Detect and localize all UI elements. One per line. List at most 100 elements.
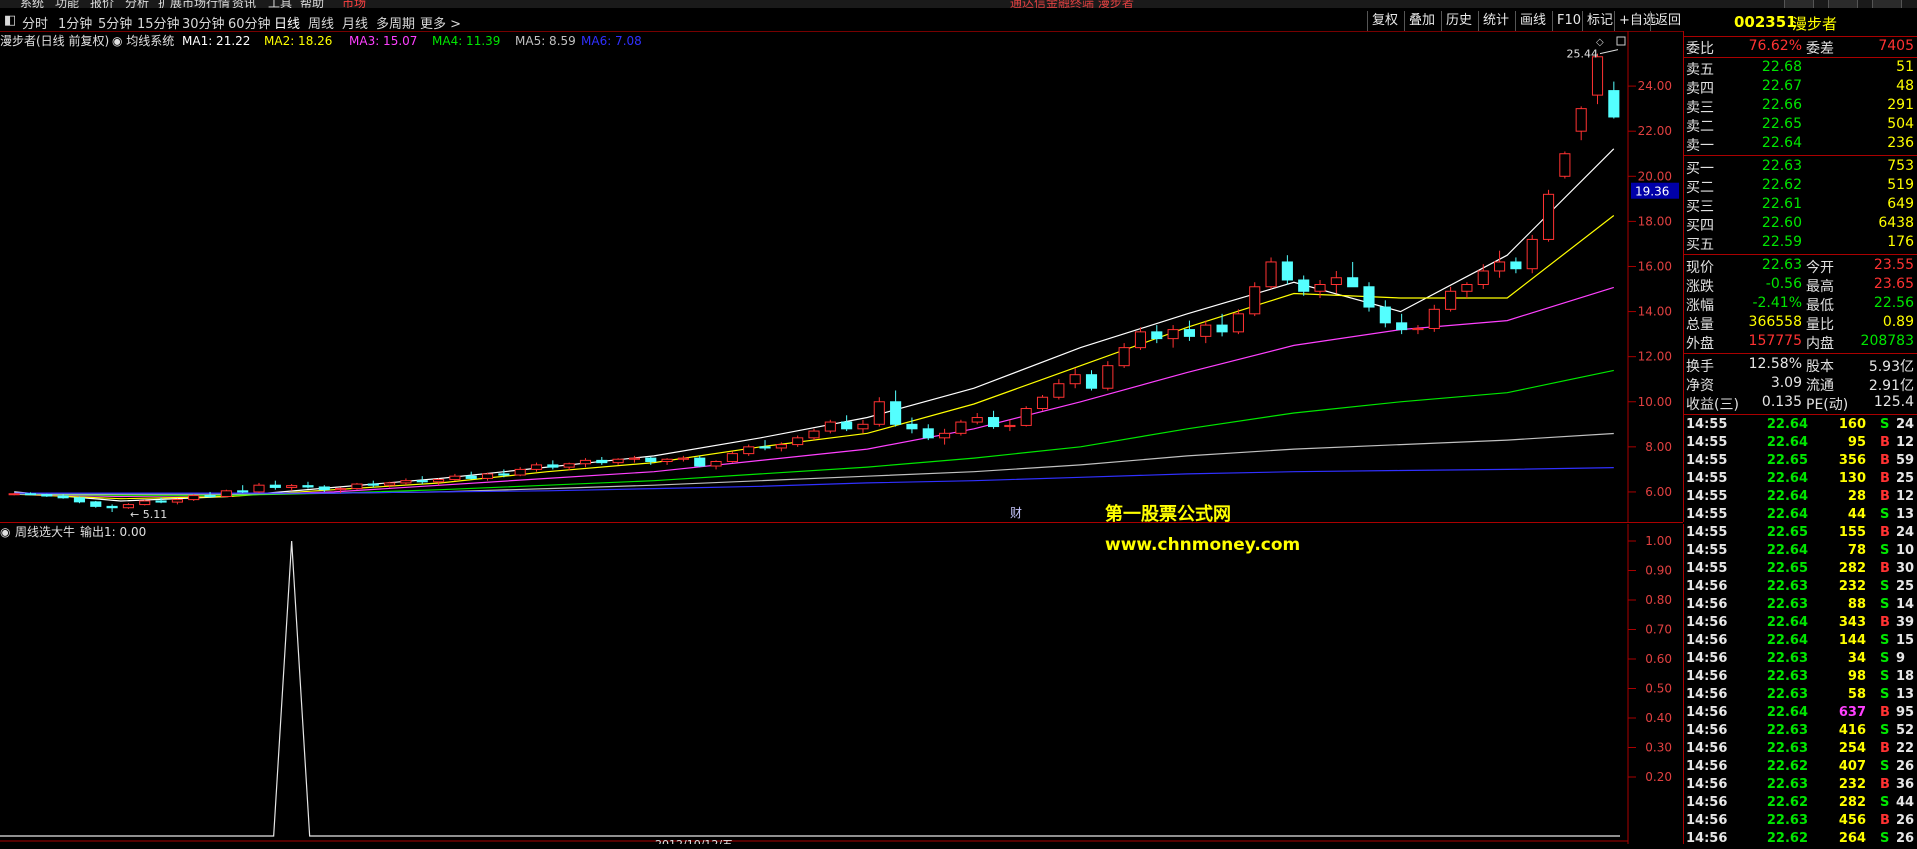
tick-direction: S (1880, 795, 1890, 810)
candle (710, 460, 722, 470)
expand-icon[interactable] (1616, 36, 1626, 46)
weibi-label: 委比 (1686, 41, 1714, 57)
tick-volume: 130 (1838, 471, 1866, 486)
watermark-title: 第一股票公式网 (1105, 504, 1231, 525)
bid-row: 买五 22.59 176 (1684, 234, 1917, 253)
tick-volume: 343 (1838, 615, 1866, 630)
tick-row: 14:56 22.63 232 B 36 (1684, 777, 1917, 795)
tick-time: 14:56 (1686, 597, 1728, 612)
menu-item-2[interactable]: 报价 (90, 0, 114, 8)
period-tab-8[interactable]: 月线 (342, 13, 368, 32)
price-axis-label: 24.00 (1638, 79, 1672, 93)
toolbar-toggle-icon[interactable]: ◧ (4, 13, 16, 28)
tick-volume: 254 (1838, 741, 1866, 756)
weibi-value: 76.62% (1748, 38, 1802, 54)
ma-label-4: MA4: 11.39 (432, 34, 500, 48)
bid-label: 买四 (1686, 218, 1714, 234)
fundamental-value: 0.135 (1761, 394, 1802, 410)
period-tab-10[interactable]: 更多 > (420, 13, 461, 32)
indicator-axis-label: 0.60 (1645, 652, 1672, 666)
tick-price: 22.64 (1766, 435, 1808, 450)
ask-label: 卖一 (1686, 138, 1714, 154)
period-tab-2[interactable]: 5分钟 (98, 13, 132, 32)
toolbar-btn-3[interactable]: 统计 (1478, 11, 1513, 31)
ma-line-2 (14, 215, 1615, 500)
diamond-icon[interactable]: ◇ (1596, 37, 1604, 48)
toolbar-btn-8[interactable]: 返回 (1650, 11, 1685, 31)
tick-count: 95 (1896, 705, 1915, 720)
toolbar-btn-5[interactable]: F10 (1552, 11, 1585, 31)
candle (841, 415, 853, 432)
chart-title: 漫步者(日线 前复权) (0, 33, 109, 48)
toolbar-btn-4[interactable]: 画线 (1515, 11, 1550, 31)
ma-label-2: MA2: 18.26 (264, 34, 332, 48)
menu-market[interactable]: 市场 (342, 0, 366, 8)
tick-volume: 88 (1847, 597, 1866, 612)
toolbar-btn-0[interactable]: 复权 (1367, 11, 1402, 31)
finance-event-marker[interactable]: 财 (1010, 506, 1022, 520)
candle (1167, 325, 1179, 348)
menu-item-7[interactable]: 帮助 (300, 0, 324, 8)
menu-item-4[interactable]: 扩展市场行情 (158, 0, 230, 8)
period-tab-1[interactable]: 1分钟 (58, 13, 92, 32)
tick-count: 26 (1896, 759, 1915, 774)
indicator-chart[interactable]: ◉ 周线选大牛 输出1: 0.00 1.00 0.90 0.80 0.70 0.60 0.50 0… (0, 524, 1684, 849)
toolbar-btn-6[interactable]: 标记 (1582, 11, 1617, 31)
stat-value: 22.56 (1873, 295, 1914, 311)
tick-time: 14:56 (1686, 579, 1728, 594)
tick-count: 24 (1896, 525, 1915, 540)
tick-volume: 95 (1847, 435, 1866, 450)
tick-price: 22.63 (1766, 651, 1808, 666)
bid-price: 22.63 (1761, 158, 1802, 174)
fundamental-row: 净资 3.09 流通 2.91亿 (1684, 375, 1917, 394)
tick-row: 14:55 22.64 130 B 25 (1684, 471, 1917, 489)
period-tab-5[interactable]: 60分钟 (228, 13, 271, 32)
candle (1200, 320, 1212, 344)
tick-direction: S (1880, 579, 1890, 594)
menu-item-6[interactable]: 工具 (268, 0, 292, 8)
stat-label: 外盘 (1686, 336, 1714, 352)
candle (1085, 370, 1098, 391)
period-tab-4[interactable]: 30分钟 (182, 13, 225, 32)
candle (726, 451, 738, 463)
candle (955, 419, 967, 436)
bid-volume: 6438 (1878, 215, 1914, 231)
indicator-axis-label: 0.30 (1645, 741, 1672, 755)
tick-count: 24 (1896, 417, 1915, 432)
indicator-axis-label: 0.90 (1645, 564, 1672, 578)
main-kline-chart[interactable]: 漫步者(日线 前复权) ◉ 均线系统 MA1: 21.22 MA2: 18.26 MA3… (0, 31, 1684, 522)
menu-item-1[interactable]: 功能 (55, 0, 79, 8)
period-tab-7[interactable]: 周线 (308, 13, 334, 32)
candle (661, 458, 673, 465)
period-tab-3[interactable]: 15分钟 (137, 13, 180, 32)
period-tab-9[interactable]: 多周期 (376, 13, 415, 32)
top-button-1[interactable] (1828, 0, 1858, 8)
stat-value: 23.65 (1873, 276, 1914, 292)
tick-price: 22.63 (1766, 723, 1808, 738)
fundamental-row: 收益(三) 0.135 PE(动) 125.4 (1684, 394, 1917, 413)
tick-volume: 456 (1838, 813, 1866, 828)
toolbar-btn-1[interactable]: 叠加 (1404, 11, 1439, 31)
candle (1396, 313, 1408, 335)
fundamental-value: 2.91亿 (1868, 378, 1914, 394)
price-axis-label: 16.00 (1638, 259, 1672, 273)
top-button-2[interactable] (1872, 0, 1902, 8)
ask-row: 卖四 22.67 48 (1684, 78, 1917, 97)
candle (73, 496, 86, 504)
menu-item-0[interactable]: 系统 (20, 0, 44, 8)
ask-volume: 236 (1887, 135, 1914, 151)
menu-item-5[interactable]: 资讯 (232, 0, 256, 8)
candle (286, 484, 298, 491)
tick-time: 14:55 (1686, 489, 1728, 504)
menu-item-3[interactable]: 分析 (125, 0, 149, 8)
period-tab-0[interactable]: 分时 (22, 13, 48, 32)
indicator-toggle-icon[interactable]: ◉ (0, 525, 10, 539)
candle (41, 493, 53, 497)
period-tab-6[interactable]: 日线 (274, 13, 300, 32)
toolbar-btn-2[interactable]: 历史 (1441, 11, 1476, 31)
top-button-0[interactable] (1784, 0, 1814, 8)
ma-line-1 (14, 148, 1615, 502)
tick-time: 14:55 (1686, 453, 1728, 468)
tick-volume: 232 (1838, 579, 1866, 594)
tick-price: 22.63 (1766, 777, 1808, 792)
